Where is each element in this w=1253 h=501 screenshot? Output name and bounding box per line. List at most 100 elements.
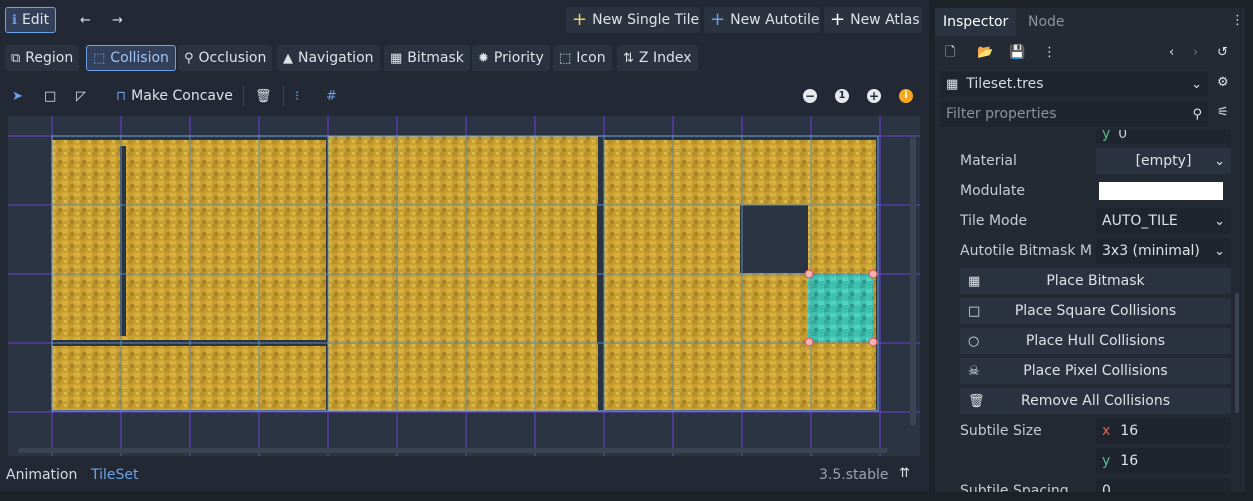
skull-icon: ☠ (968, 363, 980, 379)
collision-vertex-handle (804, 269, 814, 279)
subtile-x-field[interactable]: x 16 (1096, 418, 1231, 444)
inspector-dock: Inspector Node ⋮ 🗋 📂 💾 ⋮ ‹ › ↺ ▦ Tileset… (935, 8, 1245, 492)
mode-priority[interactable]: ✹ Priority (472, 45, 550, 71)
subtile-spacing-field[interactable]: 0 (1096, 478, 1231, 492)
grid-toggle-button[interactable]: # (320, 83, 343, 109)
tile-mode-value: AUTO_TILE (1102, 213, 1178, 229)
mode-z-index-label: Z Index (638, 50, 692, 66)
property-list: y 0 Material [empty] ⌄ Modulate Tile Mod… (943, 130, 1233, 492)
edit-label: Edit (21, 12, 50, 28)
history-forward-icon[interactable]: › (1193, 46, 1198, 59)
empty-subtile (740, 205, 808, 273)
polygon-icon: ◸ (76, 88, 86, 104)
modulate-color-swatch[interactable] (1099, 182, 1223, 200)
remove-all-collisions-button[interactable]: 🗑 Remove All Collisions (960, 388, 1231, 414)
collision-toolbar: ➤ □ ◸ ⊓ Make Concave 🗑 ⁝ # − 1 + i (0, 78, 929, 114)
mode-region[interactable]: ⧉ Region (5, 45, 80, 71)
bitmask-mode-select[interactable]: 3x3 (minimal) ⌄ (1096, 238, 1231, 264)
zoom-out-button[interactable]: − (797, 83, 823, 109)
mode-navigation[interactable]: ▲ Navigation (277, 45, 380, 71)
mode-icon[interactable]: ⬚ Icon (553, 45, 612, 71)
subtile-size-y-row: y 16 (943, 446, 1233, 476)
place-pixel-label: Place Pixel Collisions (1023, 363, 1168, 379)
zoom-in-button[interactable]: + (861, 83, 887, 109)
occlusion-icon: ⚲ (184, 50, 194, 66)
vertical-scrollbar[interactable] (910, 136, 916, 426)
tab-node[interactable]: Node (1020, 8, 1073, 36)
select-tool-button[interactable]: ➤ (6, 83, 29, 109)
bottom-panel-bar: Animation TileSet 3.5.stable ⇈ (0, 460, 929, 491)
place-bitmask-button[interactable]: ▦ Place Bitmask (960, 268, 1231, 294)
partial-y-value: 0 (1118, 130, 1128, 142)
tileset-canvas[interactable] (8, 116, 920, 456)
mode-z-index[interactable]: ⇅ Z Index (617, 45, 698, 71)
place-square-collisions-button[interactable]: □ Place Square Collisions (960, 298, 1231, 324)
zoom-reset-button[interactable]: 1 (829, 83, 855, 109)
priority-icon: ✹ (478, 50, 489, 66)
region-icon: ⧉ (11, 50, 21, 66)
navigation-icon: ▲ (283, 50, 293, 66)
tile-mode-select[interactable]: AUTO_TILE ⌄ (1096, 208, 1231, 234)
save-icon[interactable]: 💾 (1009, 46, 1025, 59)
history-back-icon[interactable]: ‹ (1169, 46, 1174, 59)
material-value[interactable]: [empty] ⌄ (1096, 148, 1231, 174)
mode-bitmask[interactable]: ▦ Bitmask (384, 45, 470, 71)
circle-icon: ○ (968, 333, 980, 349)
material-row: Material [empty] ⌄ (943, 146, 1233, 176)
prev-tile-button[interactable]: ← (74, 7, 97, 33)
tileset-topbar: ℹ Edit ← → + New Single Tile + New Autot… (0, 0, 929, 40)
resource-name: Tileset.tres (966, 76, 1044, 92)
polygon-tool-button[interactable]: ◸ (70, 83, 92, 109)
snap-toggle-button[interactable]: ⁝ (289, 83, 305, 109)
toolbar-separator (243, 85, 244, 107)
make-concave-button[interactable]: ⊓ Make Concave (110, 83, 239, 109)
remove-all-label: Remove All Collisions (1021, 393, 1170, 409)
tile-block (52, 140, 326, 340)
tab-node-label: Node (1028, 14, 1065, 30)
history-icon[interactable]: ↺ (1217, 46, 1228, 59)
subtile-y-field[interactable]: y 16 (1096, 448, 1231, 474)
collision-vertex-handle (868, 269, 878, 279)
zoom-out-icon: − (803, 89, 817, 103)
dock-menu-icon[interactable]: ⋮ (1231, 14, 1244, 27)
bitmask-icon: ▦ (390, 50, 403, 66)
object-properties-icon[interactable]: ⚙ (1217, 76, 1229, 89)
edit-button[interactable]: ℹ Edit (5, 7, 57, 33)
horizontal-scrollbar[interactable] (18, 448, 888, 453)
open-folder-icon[interactable]: 📂 (977, 46, 993, 59)
partial-y-field[interactable]: y 0 (1096, 130, 1231, 144)
new-autotile-button[interactable]: + New Autotile (704, 7, 820, 33)
pin-panel-icon[interactable]: ⇈ (899, 467, 910, 480)
new-resource-icon[interactable]: 🗋 (945, 46, 955, 59)
plus-icon: + (572, 9, 588, 30)
place-pixel-collisions-button[interactable]: ☠ Place Pixel Collisions (960, 358, 1231, 384)
delete-shape-button[interactable]: 🗑 (249, 83, 278, 109)
new-atlas-button[interactable]: + New Atlas (824, 7, 922, 33)
tab-animation[interactable]: Animation (6, 467, 77, 483)
resource-selector[interactable]: ▦ Tileset.tres ⌄ (940, 71, 1208, 97)
mode-collision[interactable]: ⬚ Collision (86, 45, 176, 71)
new-autotile-label: New Autotile (730, 12, 820, 28)
tab-tileset[interactable]: TileSet (91, 467, 139, 483)
bitmask-mode-row: Autotile Bitmask M 3x3 (minimal) ⌄ (943, 236, 1233, 266)
bitmask-mode-value: 3x3 (minimal) (1102, 243, 1200, 259)
help-button[interactable]: i (893, 83, 919, 109)
collision-shape (808, 274, 874, 342)
version-label: 3.5.stable (819, 467, 889, 483)
new-single-tile-button[interactable]: + New Single Tile (566, 7, 700, 33)
tab-inspector[interactable]: Inspector (935, 8, 1017, 36)
more-options-icon[interactable]: ⋮ (1043, 46, 1056, 59)
concave-icon: ⊓ (116, 88, 127, 104)
filter-properties-input[interactable]: Filter properties ⚲ (940, 101, 1208, 127)
next-tile-button[interactable]: → (106, 7, 129, 33)
place-hull-collisions-button[interactable]: ○ Place Hull Collisions (960, 328, 1231, 354)
rectangle-tool-button[interactable]: □ (38, 83, 62, 109)
warning-icon: i (899, 89, 913, 103)
new-single-tile-label: New Single Tile (592, 12, 700, 28)
mode-occlusion[interactable]: ⚲ Occlusion (178, 45, 273, 71)
tileset-viewport[interactable] (8, 116, 920, 456)
filter-settings-icon[interactable]: ⚟ (1217, 106, 1229, 119)
modulate-row: Modulate (943, 176, 1233, 206)
info-icon: ℹ (12, 12, 17, 28)
inspector-scrollbar[interactable] (1235, 293, 1239, 413)
